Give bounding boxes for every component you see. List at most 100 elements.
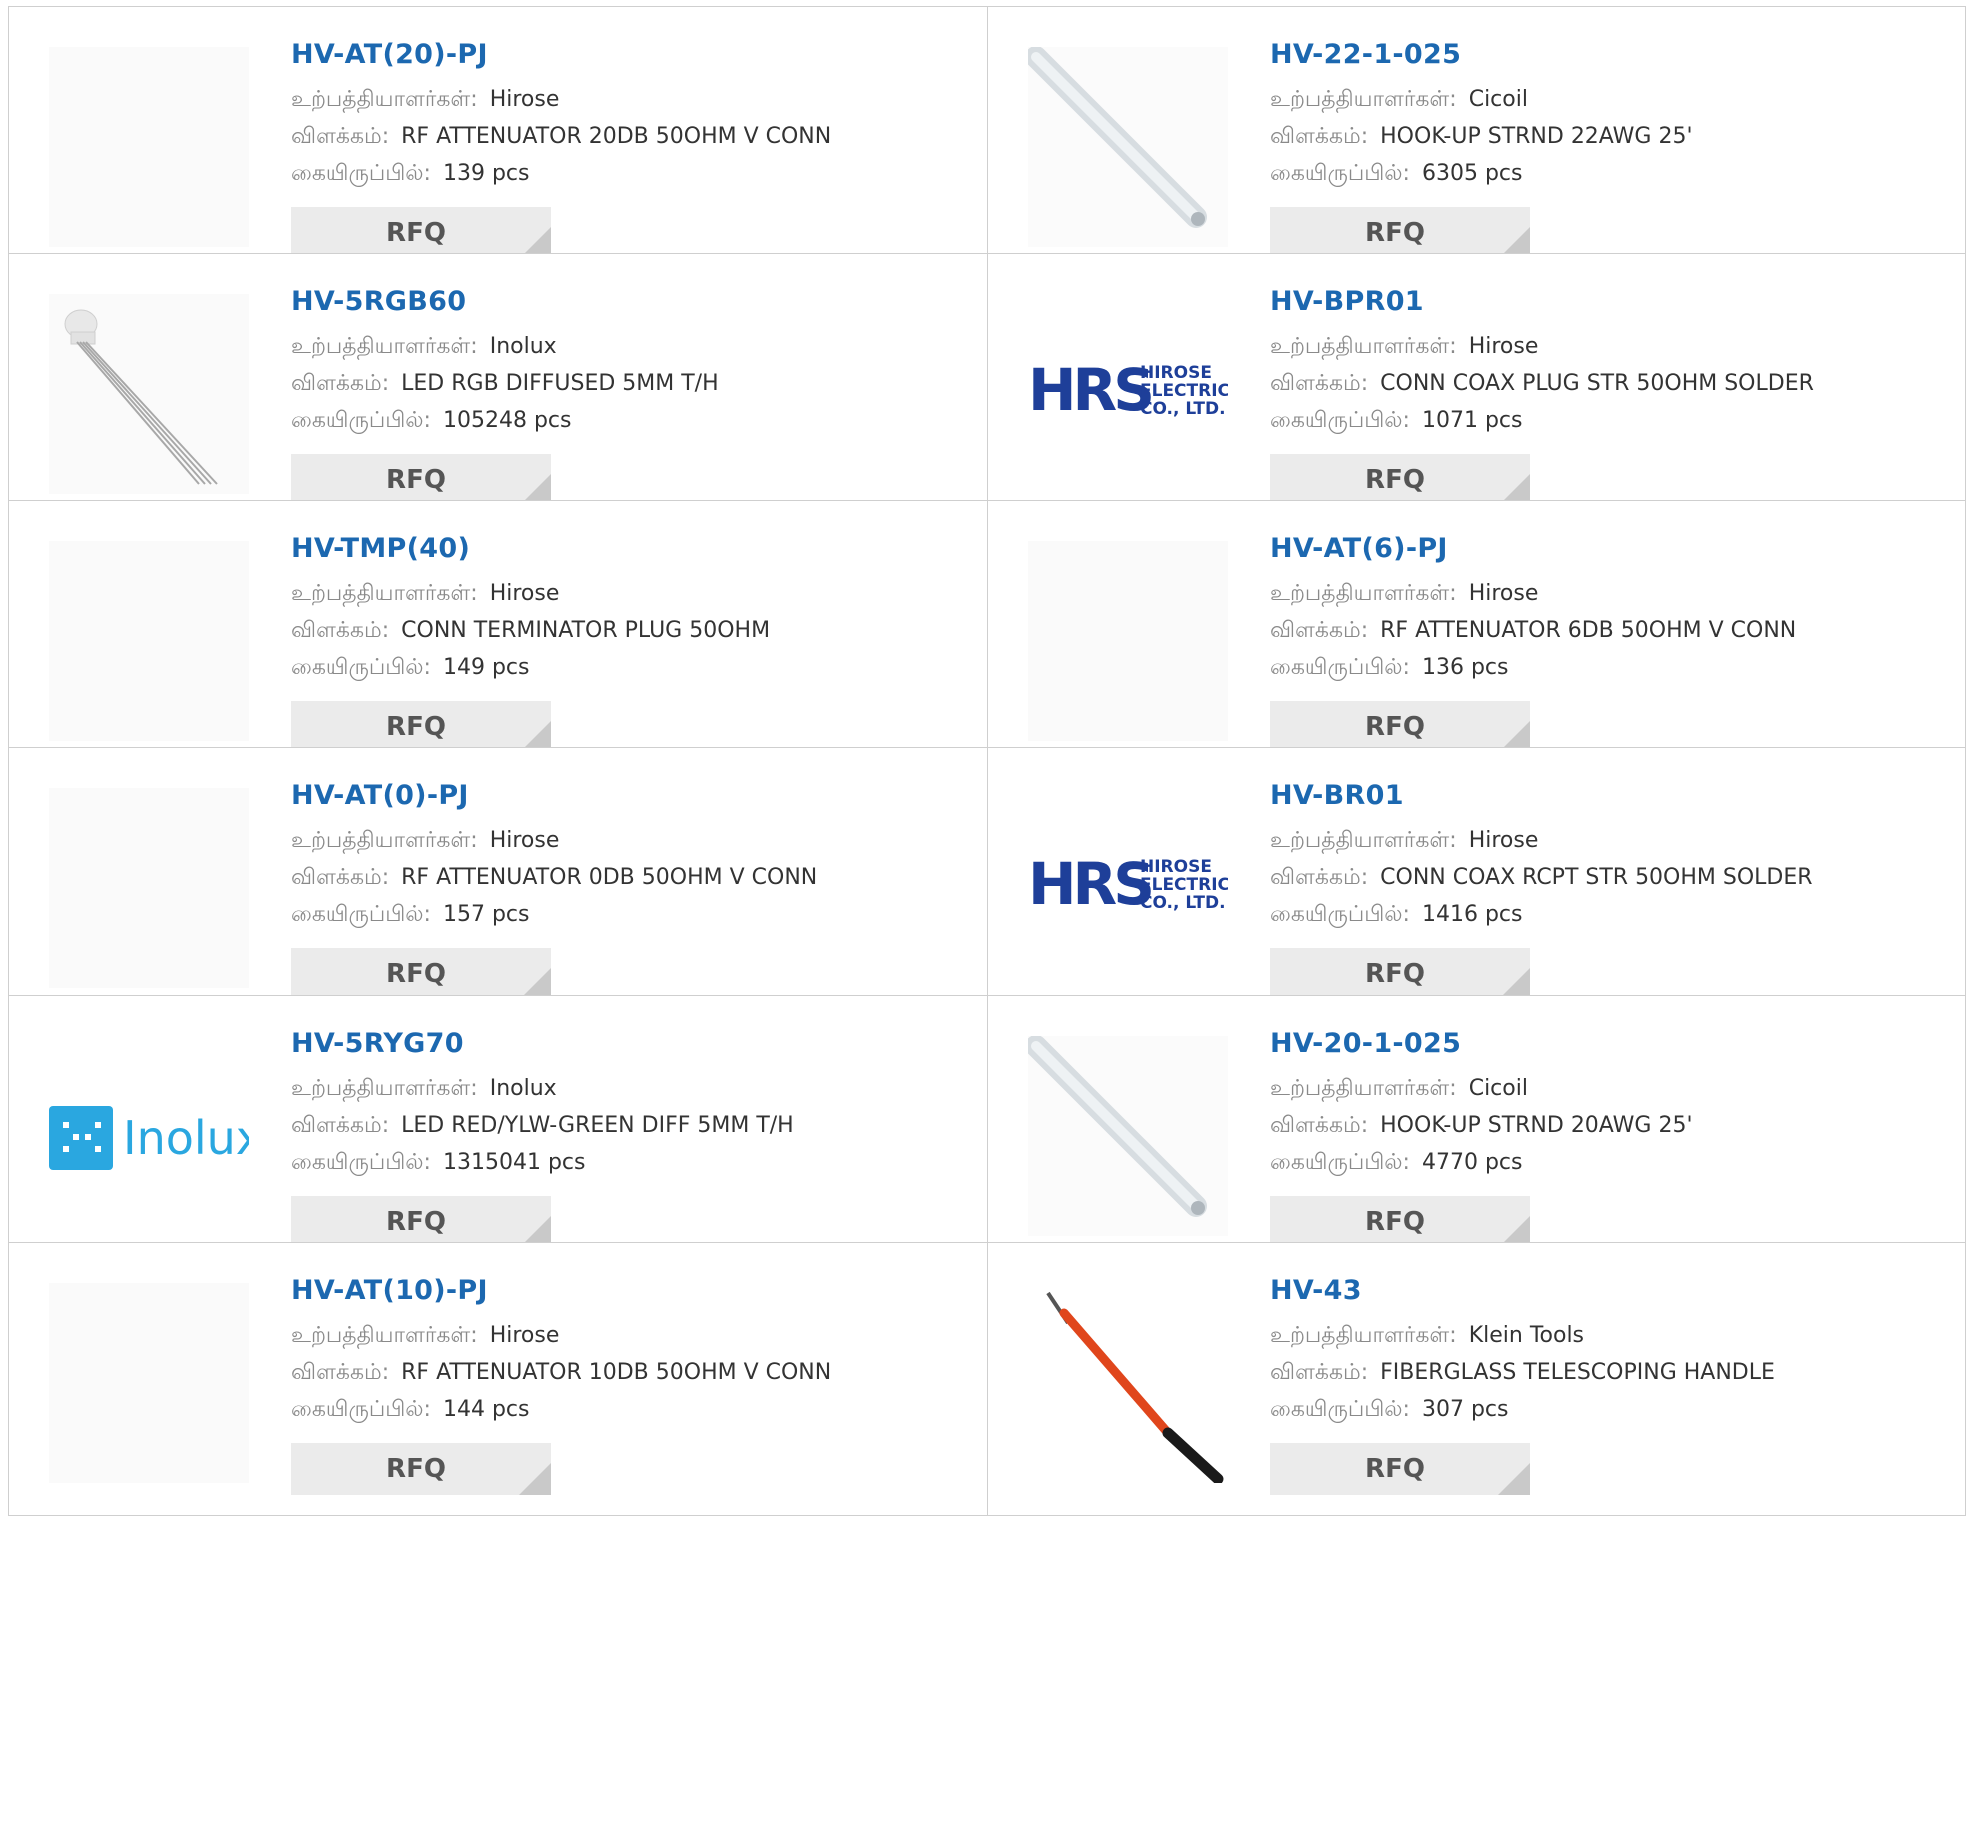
rfq-button[interactable]: RFQ [291, 454, 551, 506]
stock-label: கையிருப்பில்: [1270, 655, 1410, 680]
manufacturer-value: Hirose [1468, 334, 1539, 359]
rfq-label: RFQ [386, 465, 446, 495]
description-value: HOOK-UP STRND 20AWG 25' [1380, 1113, 1693, 1138]
product-card: Inolux HV-5RYG70 உற்பத்தியாளர்கள்: Inolux வி… [9, 996, 986, 1268]
description-row: விளக்கம்: RF ATTENUATOR 20DB 50OHM V CONN [291, 118, 971, 155]
stock-value: 144 pcs [442, 1397, 530, 1422]
rfq-button[interactable]: RFQ [1270, 1443, 1530, 1495]
rfq-button[interactable]: RFQ [1270, 948, 1530, 1000]
stock-label: கையிருப்பில்: [291, 408, 431, 433]
product-title-link[interactable]: HV-20-1-025 [1270, 1026, 1461, 1062]
description-label: விளக்கம்: [291, 1360, 390, 1385]
rfq-label: RFQ [1365, 712, 1425, 742]
product-row: HV-AT(0)-PJ உற்பத்தியாளர்கள்: Hirose விளக்க… [8, 747, 1966, 1021]
attenuator-image[interactable] [1028, 541, 1228, 741]
rfq-label: RFQ [1365, 1207, 1425, 1237]
rfq-button[interactable]: RFQ [291, 701, 551, 753]
product-card: HV-AT(6)-PJ உற்பத்தியாளர்கள்: Hirose விளக்க… [988, 501, 1965, 773]
description-label: விளக்கம்: [1270, 618, 1369, 643]
description-row: விளக்கம்: RF ATTENUATOR 0DB 50OHM V CONN [291, 859, 971, 896]
product-row: HV-TMP(40) உற்பத்தியாளர்கள்: Hirose விளக்கம… [8, 500, 1966, 774]
svg-text:HRS: HRS [1028, 850, 1151, 918]
description-row: விளக்கம்: CONN COAX RCPT STR 50OHM SOLDER [1270, 859, 1950, 896]
stock-label: கையிருப்பில்: [291, 1397, 431, 1422]
svg-text:HIROSE: HIROSE [1140, 857, 1212, 877]
hrs-logo[interactable]: HRS HIROSE ELECTRIC CO., LTD. [1028, 788, 1228, 988]
wire-image[interactable] [1028, 47, 1228, 247]
stock-row: கையிருப்பில்: 136 pcs [1270, 649, 1950, 686]
manufacturer-label: உற்பத்தியாளர்கள்: [1270, 828, 1457, 853]
stock-label: கையிருப்பில்: [291, 1150, 431, 1175]
rfq-button[interactable]: RFQ [291, 948, 551, 1000]
manufacturer-row: உற்பத்தியாளர்கள்: Hirose [1270, 575, 1950, 612]
manufacturer-row: உற்பத்தியாளர்கள்: Klein Tools [1270, 1317, 1950, 1354]
description-label: விளக்கம்: [1270, 1113, 1369, 1138]
manufacturer-value: Hirose [1468, 581, 1539, 606]
rfq-button[interactable]: RFQ [1270, 701, 1530, 753]
manufacturer-row: உற்பத்தியாளர்கள்: Hirose [1270, 328, 1950, 365]
stock-value: 307 pcs [1421, 1397, 1509, 1422]
manufacturer-label: உற்பத்தியாளர்கள்: [291, 1076, 478, 1101]
product-title-link[interactable]: HV-43 [1270, 1273, 1362, 1309]
product-info: HV-AT(10)-PJ உற்பத்தியாளர்கள்: Hirose விளக்… [291, 1273, 971, 1428]
attenuator-image[interactable] [49, 1283, 249, 1483]
description-label: விளக்கம்: [1270, 865, 1369, 890]
product-info: HV-AT(0)-PJ உற்பத்தியாளர்கள்: Hirose விளக்க… [291, 778, 971, 933]
description-label: விளக்கம்: [291, 865, 390, 890]
product-title-link[interactable]: HV-5RYG70 [291, 1026, 464, 1062]
rfq-button[interactable]: RFQ [1270, 454, 1530, 506]
description-value: HOOK-UP STRND 22AWG 25' [1380, 124, 1693, 149]
rfq-button[interactable]: RFQ [291, 1443, 551, 1495]
manufacturer-value: Hirose [489, 828, 560, 853]
description-value: LED RED/YLW-GREEN DIFF 5MM T/H [401, 1113, 794, 1138]
manufacturer-label: உற்பத்தியாளர்கள்: [1270, 334, 1457, 359]
rfq-button[interactable]: RFQ [1270, 1196, 1530, 1248]
stock-value: 105248 pcs [442, 408, 572, 433]
product-title-link[interactable]: HV-AT(6)-PJ [1270, 531, 1448, 567]
stock-row: கையிருப்பில்: 157 pcs [291, 896, 971, 933]
handle-image[interactable] [1028, 1283, 1228, 1483]
product-title-link[interactable]: HV-BPR01 [1270, 284, 1424, 320]
wire-image[interactable] [1028, 1036, 1228, 1236]
attenuator-image[interactable] [49, 788, 249, 988]
stock-value: 157 pcs [442, 902, 530, 927]
stock-row: கையிருப்பில்: 144 pcs [291, 1391, 971, 1428]
product-info: HV-AT(20)-PJ உற்பத்தியாளர்கள்: Hirose விளக்… [291, 37, 971, 192]
rfq-label: RFQ [386, 712, 446, 742]
rfq-button[interactable]: RFQ [291, 207, 551, 259]
rfq-button[interactable]: RFQ [291, 1196, 551, 1248]
stock-label: கையிருப்பில்: [291, 161, 431, 186]
product-title-link[interactable]: HV-22-1-025 [1270, 37, 1461, 73]
attenuator-image[interactable] [49, 47, 249, 247]
stock-row: கையிருப்பில்: 149 pcs [291, 649, 971, 686]
description-row: விளக்கம்: RF ATTENUATOR 6DB 50OHM V CONN [1270, 612, 1950, 649]
product-title-link[interactable]: HV-AT(0)-PJ [291, 778, 469, 814]
description-row: விளக்கம்: CONN TERMINATOR PLUG 50OHM [291, 612, 971, 649]
stock-row: கையிருப்பில்: 105248 pcs [291, 402, 971, 439]
stock-value: 136 pcs [1421, 655, 1509, 680]
terminator-image[interactable] [49, 541, 249, 741]
description-label: விளக்கம்: [1270, 124, 1369, 149]
stock-value: 1071 pcs [1421, 408, 1523, 433]
product-info: HV-AT(6)-PJ உற்பத்தியாளர்கள்: Hirose விளக்க… [1270, 531, 1950, 686]
product-title-link[interactable]: HV-AT(10)-PJ [291, 1273, 488, 1309]
manufacturer-value: Inolux [489, 334, 557, 359]
product-card: HV-AT(0)-PJ உற்பத்தியாளர்கள்: Hirose விளக்க… [9, 748, 986, 1020]
led-image[interactable] [49, 294, 249, 494]
description-label: விளக்கம்: [291, 371, 390, 396]
manufacturer-label: உற்பத்தியாளர்கள்: [1270, 1076, 1457, 1101]
description-value: RF ATTENUATOR 6DB 50OHM V CONN [1380, 618, 1797, 643]
product-title-link[interactable]: HV-AT(20)-PJ [291, 37, 488, 73]
inolux-logo[interactable]: Inolux [49, 1036, 249, 1236]
rfq-button[interactable]: RFQ [1270, 207, 1530, 259]
svg-text:ELECTRIC: ELECTRIC [1140, 381, 1228, 401]
product-title-link[interactable]: HV-5RGB60 [291, 284, 466, 320]
hrs-logo[interactable]: HRS HIROSE ELECTRIC CO., LTD. [1028, 294, 1228, 494]
manufacturer-row: உற்பத்தியாளர்கள்: Inolux [291, 328, 971, 365]
product-title-link[interactable]: HV-TMP(40) [291, 531, 470, 567]
description-row: விளக்கம்: LED RGB DIFFUSED 5MM T/H [291, 365, 971, 402]
rfq-corner-decoration [1498, 1463, 1530, 1495]
product-title-link[interactable]: HV-BR01 [1270, 778, 1404, 814]
product-card: HRS HIROSE ELECTRIC CO., LTD. HV-BR01 உற்பத்த… [988, 748, 1965, 1020]
manufacturer-value: Hirose [489, 581, 560, 606]
